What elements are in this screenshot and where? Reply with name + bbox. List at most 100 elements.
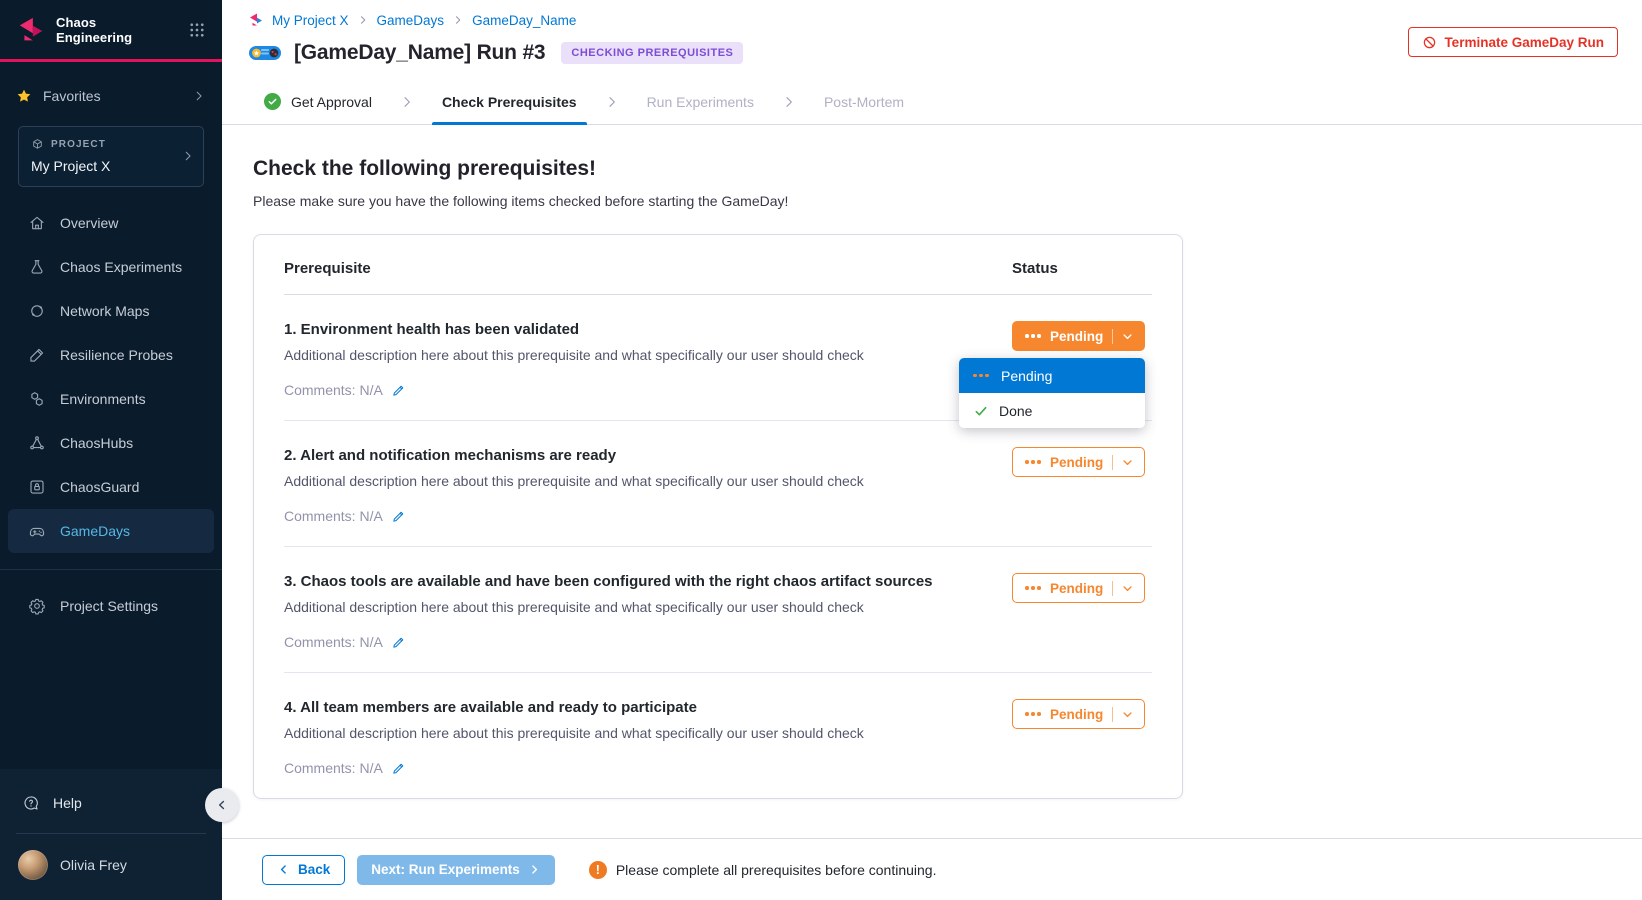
sidebar-collapse-handle[interactable] — [205, 788, 239, 822]
status-dropdown-button[interactable]: Pending — [1012, 321, 1145, 351]
content-subheading: Please make sure you have the following … — [253, 193, 1642, 209]
chevron-right-icon — [399, 94, 415, 110]
prereq-description: Additional description here about this p… — [284, 599, 982, 615]
sidebar-item-gamedays[interactable]: GameDays — [8, 509, 214, 553]
status-dropdown-button[interactable]: Pending — [1012, 573, 1145, 603]
next-label: Next: Run Experiments — [371, 862, 520, 877]
step-label: Post-Mortem — [824, 94, 904, 110]
prereq-row-0: 1. Environment health has been validated… — [284, 295, 1152, 421]
breadcrumb-list: My Project X GameDays GameDay_Name — [272, 13, 576, 28]
prohibit-icon — [1422, 35, 1437, 50]
sidebar-divider — [0, 569, 222, 570]
sidebar-item-label: ChaosHubs — [60, 435, 133, 451]
edit-pencil-icon[interactable] — [391, 509, 406, 524]
pending-dots-icon — [1025, 334, 1043, 338]
sidebar-item-resilience-probes[interactable]: Resilience Probes — [0, 333, 222, 377]
sidebar-item-chaoshubs[interactable]: ChaosHubs — [0, 421, 222, 465]
sidebar-item-label: GameDays — [60, 523, 130, 539]
warning-text: Please complete all prerequisites before… — [616, 862, 937, 878]
column-prerequisite: Prerequisite — [284, 260, 1012, 277]
step-label: Run Experiments — [647, 94, 754, 110]
breadcrumb-link[interactable]: GameDays — [377, 13, 445, 28]
prereq-main: 4. All team members are available and re… — [284, 699, 1012, 776]
status-dropdown-button[interactable]: Pending — [1012, 447, 1145, 477]
prereq-comments: Comments: N/A — [284, 508, 982, 524]
footer-bar: Back Next: Run Experiments Please comple… — [222, 838, 1642, 900]
terminate-gameday-button[interactable]: Terminate GameDay Run — [1408, 27, 1618, 57]
step-3[interactable]: Post-Mortem — [824, 79, 904, 124]
status-dropdown-button[interactable]: Pending — [1012, 699, 1145, 729]
chevron-left-icon — [277, 863, 290, 876]
breadcrumb-link[interactable]: My Project X — [272, 13, 349, 28]
sidebar-item-chaosguard[interactable]: ChaosGuard — [0, 465, 222, 509]
help-chat-icon — [22, 794, 40, 812]
chevron-right-icon — [528, 863, 541, 876]
prerequisite-list: 1. Environment health has been validated… — [284, 295, 1152, 798]
comments-value: Comments: N/A — [284, 760, 383, 776]
sidebar-header: Chaos Engineering — [0, 0, 222, 59]
step-0[interactable]: Get Approval — [264, 79, 372, 124]
next-button[interactable]: Next: Run Experiments — [357, 855, 555, 885]
prereq-row-2: 3. Chaos tools are available and have be… — [284, 547, 1152, 673]
probe-icon — [28, 346, 46, 364]
chevron-right-icon — [452, 14, 464, 26]
step-label: Get Approval — [291, 94, 372, 110]
breadcrumb-link[interactable]: GameDay_Name — [472, 13, 576, 28]
chevron-right-icon — [192, 89, 206, 103]
prereq-status-cell: Pending Pending — [1012, 321, 1152, 398]
sidebar-item-label: ChaosGuard — [60, 479, 139, 495]
avatar — [18, 850, 48, 880]
edit-pencil-icon[interactable] — [391, 761, 406, 776]
help-button[interactable]: Help — [0, 781, 222, 825]
guard-lock-icon — [28, 478, 46, 496]
sidebar-item-label: Environments — [60, 391, 146, 407]
user-menu[interactable]: Olivia Frey — [0, 842, 222, 900]
option-label: Pending — [1001, 368, 1052, 384]
app-title-line2: Engineering — [56, 30, 132, 45]
status-option-done[interactable]: Done — [959, 393, 1145, 428]
edit-pencil-icon[interactable] — [391, 383, 406, 398]
prereq-comments: Comments: N/A — [284, 760, 982, 776]
sidebar-item-network-maps[interactable]: Network Maps — [0, 289, 222, 333]
app-title-line1: Chaos — [56, 15, 132, 30]
prereq-main: 3. Chaos tools are available and have be… — [284, 573, 1012, 650]
home-icon — [28, 214, 46, 232]
chaos-engineering-logo-icon — [16, 15, 46, 45]
chevron-left-icon — [215, 798, 229, 812]
favorites-row[interactable]: Favorites — [16, 82, 206, 110]
project-name: My Project X — [31, 158, 177, 174]
step-2[interactable]: Run Experiments — [647, 79, 754, 124]
prereq-main: 2. Alert and notification mechanisms are… — [284, 447, 1012, 524]
step-1[interactable]: Check Prerequisites — [442, 79, 577, 124]
prereq-status-cell: Pending Pending — [1012, 573, 1152, 650]
back-label: Back — [298, 862, 330, 877]
back-button[interactable]: Back — [262, 855, 345, 885]
sidebar-item-environments[interactable]: Environments — [0, 377, 222, 421]
status-menu: Pending Done — [959, 358, 1145, 428]
sidebar-item-overview[interactable]: Overview — [0, 201, 222, 245]
environments-icon — [28, 390, 46, 408]
sidebar-item-label: Overview — [60, 215, 118, 231]
gamepad-icon — [248, 41, 282, 65]
comments-value: Comments: N/A — [284, 382, 383, 398]
project-eyebrow: PROJECT — [51, 139, 106, 150]
prereq-status-cell: Pending Pending — [1012, 699, 1152, 776]
check-icon — [973, 403, 989, 419]
page-title: [GameDay_Name] Run #3 — [294, 41, 545, 65]
sidebar-nav: Overview Chaos Experiments Network Maps … — [0, 201, 222, 553]
content-heading: Check the following prerequisites! — [253, 157, 1642, 181]
sidebar-item-project-settings[interactable]: Project Settings — [0, 584, 222, 628]
app-root: Chaos Engineering Favorites PROJECT My P… — [0, 0, 1642, 900]
sidebar-item-chaos-experiments[interactable]: Chaos Experiments — [0, 245, 222, 289]
module-grid-icon[interactable] — [188, 21, 206, 39]
content: Check the following prerequisites! Pleas… — [222, 125, 1642, 838]
edit-pencil-icon[interactable] — [391, 635, 406, 650]
chevron-down-icon — [1120, 581, 1135, 596]
sidebar-footer: Help Olivia Frey — [0, 769, 222, 900]
chevron-right-icon — [604, 94, 620, 110]
favorites-label: Favorites — [43, 88, 101, 104]
prereq-description: Additional description here about this p… — [284, 473, 982, 489]
status-option-pending[interactable]: Pending — [959, 358, 1145, 393]
project-selector[interactable]: PROJECT My Project X — [18, 126, 204, 187]
status-badge: CHECKING PREREQUISITES — [561, 42, 743, 64]
